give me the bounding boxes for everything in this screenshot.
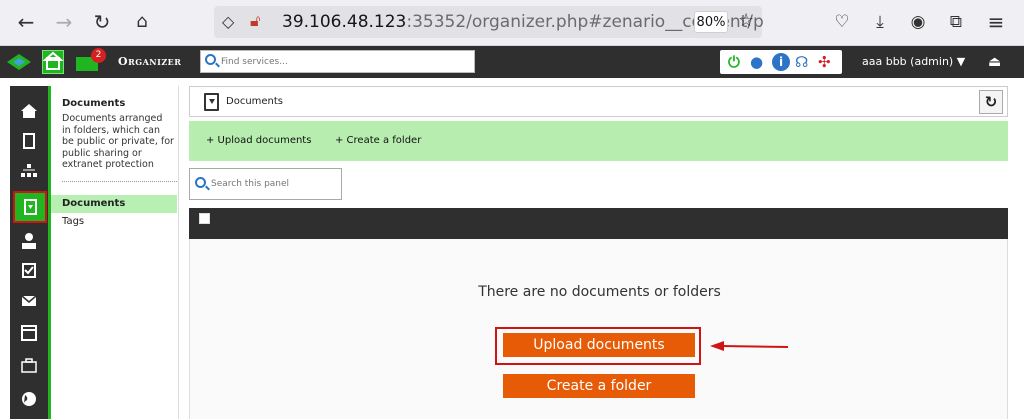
nav-description: Documents arranged in folders, which can… (62, 113, 174, 170)
create-folder-button[interactable]: Create a folder (503, 374, 695, 398)
annotation-arrow-icon (710, 341, 789, 351)
help-icon[interactable]: ✣ (818, 53, 836, 71)
create-folder-link[interactable]: + Create a folder (335, 135, 421, 146)
home-icon[interactable] (42, 50, 64, 74)
modules-nav-icon[interactable] (10, 351, 48, 381)
shield-icon: ◇ (222, 12, 235, 31)
nav-item-tags[interactable]: Tags (51, 213, 177, 231)
sitemap-nav-icon[interactable] (10, 156, 48, 186)
forward-icon[interactable]: → (52, 10, 76, 34)
url-text: 39.106.48.123:35352/organizer.php#zenari… (282, 12, 764, 32)
panel-search-field[interactable] (189, 168, 342, 200)
action-bar: + Upload documents + Create a folder (189, 121, 1008, 161)
user-menu[interactable]: aaa bbb (admin) ▼ (862, 55, 965, 68)
address-bar[interactable]: ◇ 🔓︎ 39.106.48.123:35352/organizer.php#z… (214, 6, 764, 38)
grid-header (189, 208, 1008, 239)
select-all-checkbox[interactable] (199, 213, 210, 224)
notification-badge: 2 (91, 48, 106, 63)
users-nav-icon[interactable] (10, 226, 48, 256)
search-icon (205, 54, 216, 65)
navigation-panel: Documents Documents arranged in folders,… (51, 86, 179, 419)
email-nav-icon[interactable] (10, 286, 48, 316)
bookmark-star-icon[interactable]: ☆ (738, 10, 754, 31)
extensions-icon[interactable]: ⧉ (944, 10, 968, 34)
left-rail (10, 86, 48, 419)
back-icon[interactable]: ← (14, 10, 38, 34)
logo-icon[interactable] (6, 53, 32, 71)
search-icon (195, 177, 206, 188)
globe-nav-icon[interactable] (10, 384, 48, 414)
layouts-nav-icon[interactable] (10, 318, 48, 348)
find-services-input[interactable] (221, 51, 471, 72)
diagnostics-icon[interactable]: ☊ (795, 53, 813, 71)
browser-toolbar: ← → ↻ ⌂ ◇ 🔓︎ 39.106.48.123:35352/organiz… (0, 0, 1024, 46)
menu-icon[interactable]: ≡ (984, 10, 1008, 34)
nav-item-documents[interactable]: Documents (51, 195, 177, 213)
panel-toolbar: Documents ↻ (189, 86, 1008, 117)
breadcrumb[interactable]: Documents (226, 96, 283, 107)
info-icon[interactable]: i (772, 53, 790, 71)
user-status-icon[interactable]: ● (750, 53, 768, 71)
panel-search-input[interactable] (211, 175, 337, 193)
reload-icon[interactable]: ↻ (90, 10, 114, 34)
home-nav-icon[interactable] (10, 96, 48, 126)
power-icon[interactable]: ⏻ (728, 53, 746, 71)
nav-title: Documents (62, 98, 126, 109)
documents-nav-icon[interactable] (13, 191, 47, 223)
empty-message: There are no documents or folders (478, 284, 721, 300)
forms-nav-icon[interactable] (10, 256, 48, 286)
status-icons: ⏻ ● i ☊ ✣ (720, 50, 842, 74)
pocket-icon[interactable]: ♡ (830, 10, 854, 34)
app-header: 2 Organizer ⏻ ● i ☊ ✣ aaa bbb (admin) ▼ … (0, 46, 1024, 78)
insecure-lock-icon: 🔓︎ (250, 11, 261, 30)
account-icon[interactable]: ◉ (906, 10, 930, 34)
organizer-title: Organizer (118, 55, 182, 68)
download-icon[interactable]: ⤓ (868, 10, 892, 34)
refresh-button[interactable]: ↻ (979, 90, 1003, 114)
home-icon[interactable]: ⌂ (130, 10, 154, 34)
document-icon (204, 93, 219, 111)
eject-icon[interactable]: ⏏ (988, 54, 1001, 70)
upload-documents-link[interactable]: + Upload documents (206, 135, 311, 146)
nav-separator (62, 181, 177, 182)
find-services-field[interactable] (200, 50, 475, 73)
pages-nav-icon[interactable] (10, 126, 48, 156)
highlight-box (495, 327, 701, 365)
zoom-level[interactable]: 80% (694, 11, 728, 33)
